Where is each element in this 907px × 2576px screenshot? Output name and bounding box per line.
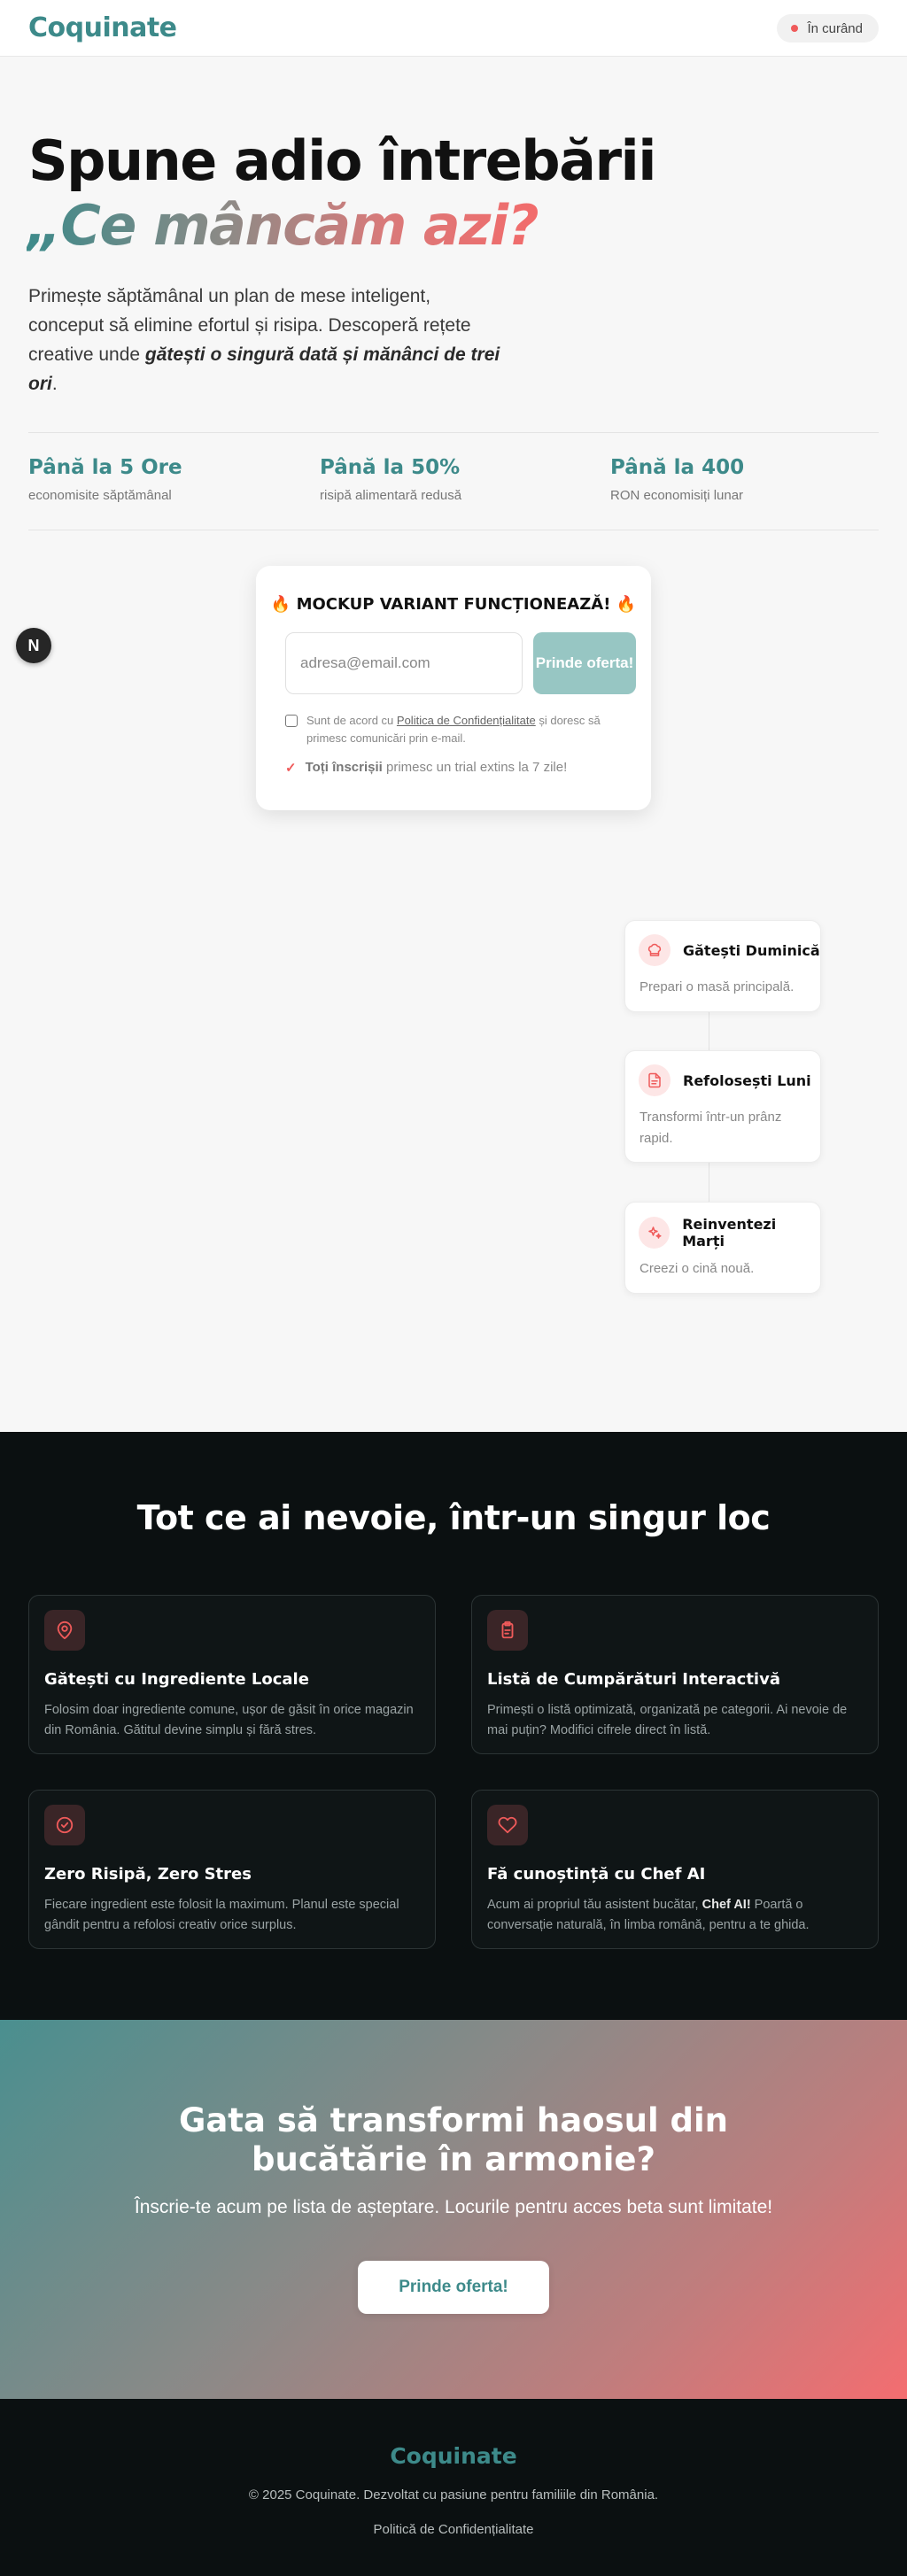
privacy-policy-link[interactable]: Politica de Confidențialitate	[397, 714, 536, 727]
cta-section: Gata să transformi haosul din bucătărie …	[0, 2020, 907, 2399]
workflow-title: Refolosești Luni	[683, 1071, 811, 1089]
workflow-card-monday: Refolosești Luni Transformi într-un prân…	[624, 1050, 821, 1163]
chef-hat-icon	[639, 934, 671, 966]
trial-text: Toți înscrișii primesc un trial extins l…	[305, 760, 568, 775]
footer-logo: Coquinate	[390, 2443, 517, 2469]
feature-title: Listă de Cumpărături Interactivă	[487, 1670, 780, 1689]
dev-tools-button[interactable]: N	[16, 628, 51, 663]
badge-label: În curând	[807, 20, 863, 36]
stat-waste: Până la 50% risipă alimentară redusă	[320, 456, 461, 503]
features-section: Tot ce ai nevoie, într-un singur loc Găt…	[0, 1432, 907, 2020]
stat-label: RON economisiți lunar	[610, 488, 744, 503]
stat-savings: Până la 400 RON economisiți lunar	[610, 456, 744, 503]
feature-title: Fă cunoștință cu Chef AI	[487, 1865, 706, 1884]
get-offer-button[interactable]: Prinde oferta!	[533, 632, 636, 694]
feature-desc: Acum ai propriul tău asistent bucătar, C…	[487, 1898, 810, 1932]
clipboard-icon	[487, 1610, 528, 1651]
feature-desc: Primești o listă optimizată, organizată …	[487, 1703, 848, 1737]
trial-note: ✓ Toți înscrișii primesc un trial extins…	[285, 760, 567, 776]
cta-subtitle: Înscrie-te acum pe lista de așteptare. L…	[134, 2197, 773, 2217]
workflow-desc: Transformi într-un prânz rapid.	[640, 1110, 782, 1146]
feature-card-zero-waste: Zero Risipă, Zero Stres Fiecare ingredie…	[28, 1790, 436, 1949]
feature-card-shopping-list: Listă de Cumpărături Interactivă Primeșt…	[471, 1595, 879, 1754]
heart-icon	[487, 1805, 528, 1845]
sparkles-icon	[639, 1217, 671, 1249]
feature-desc: Folosim doar ingrediente comune, ușor de…	[44, 1703, 414, 1737]
workflow-desc: Creezi o cină nouă.	[640, 1261, 755, 1276]
hero-title: Spune adio întrebării	[28, 128, 657, 193]
feature-title: Zero Risipă, Zero Stres	[44, 1865, 252, 1884]
feature-card-chef-ai: Fă cunoștință cu Chef AI Acum ai propriu…	[471, 1790, 879, 1949]
footer-copyright: © 2025 Coquinate. Dezvoltat cu pasiune p…	[248, 2487, 659, 2503]
site-header: Coquinate În curând	[0, 0, 907, 57]
signup-card-title: 🔥 MOCKUP VARIANT FUNCȚIONEAZĂ! 🔥	[270, 595, 637, 614]
workflow-desc: Prepari o masă principală.	[640, 979, 795, 994]
features-title: Tot ce ai nevoie, într-un singur loc	[136, 1498, 771, 1537]
stat-value: Până la 50%	[320, 456, 461, 479]
workflow-title: Reinventezi Marți	[682, 1216, 777, 1249]
feature-title: Gătești cu Ingrediente Locale	[44, 1670, 309, 1689]
footer-privacy-link[interactable]: Politică de Confidențialitate	[0, 2522, 907, 2537]
consent-row: Sunt de acord cu Politica de Confidenția…	[285, 712, 626, 747]
cta-get-offer-button[interactable]: Prinde oferta!	[358, 2261, 549, 2314]
cta-title: Gata să transformi haosul din bucătărie …	[178, 2101, 729, 2178]
check-circle-icon	[44, 1805, 85, 1845]
stats-divider-top	[28, 432, 879, 433]
feature-card-local-ingredients: Gătești cu Ingrediente Locale Folosim do…	[28, 1595, 436, 1754]
workflow-card-sunday: Gătești Duminică Prepari o masă principa…	[624, 920, 821, 1012]
email-input[interactable]	[285, 632, 523, 694]
coming-soon-badge: În curând	[777, 14, 879, 43]
stat-label: economisite săptămânal	[28, 488, 172, 503]
signup-card: 🔥 MOCKUP VARIANT FUNCȚIONEAZĂ! 🔥 Prinde …	[256, 566, 651, 810]
feature-desc: Fiecare ingredient este folosit la maxim…	[44, 1898, 399, 1932]
map-pin-icon	[44, 1610, 85, 1651]
check-mark-icon: ✓	[285, 761, 297, 776]
workflow-title: Gătești Duminică	[683, 941, 820, 959]
workflow-card-tuesday: Reinventezi Marți Creezi o cină nouă.	[624, 1202, 821, 1294]
stat-label: risipă alimentară redusă	[320, 488, 462, 503]
status-dot-icon	[791, 25, 799, 32]
consent-checkbox[interactable]	[285, 715, 298, 727]
hero-description: Primește săptămânal un plan de mese inte…	[28, 286, 500, 394]
stat-hours: Până la 5 Ore economisite săptămânal	[28, 456, 182, 503]
hero-accent-title: „Ce mâncăm azi?	[27, 193, 539, 258]
logo[interactable]: Coquinate	[28, 12, 177, 43]
stat-value: Până la 5 Ore	[28, 456, 182, 479]
document-icon	[639, 1064, 671, 1096]
stat-value: Până la 400	[610, 456, 745, 479]
consent-text: Sunt de acord cu Politica de Confidenția…	[306, 714, 601, 745]
site-footer: Coquinate © 2025 Coquinate. Dezvoltat cu…	[0, 2399, 907, 2576]
